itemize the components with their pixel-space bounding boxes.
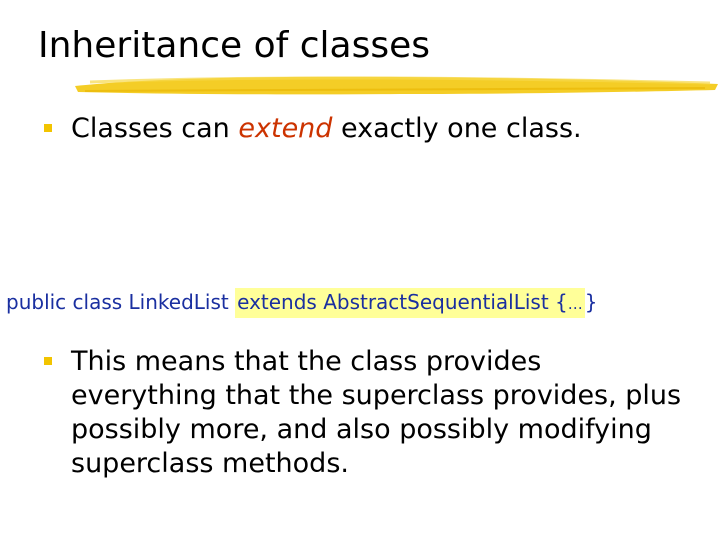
- code-close-brace: }: [584, 290, 598, 314]
- slide-title: Inheritance of classes: [38, 25, 430, 66]
- code-ellipsis: …: [567, 295, 583, 313]
- bullet-extend: Classes can extend exactly one class.: [44, 112, 684, 146]
- bullet-text: This means that the class provides every…: [71, 346, 682, 479]
- bullet-text: Classes can extend exactly one class.: [44, 112, 684, 146]
- slide: Inheritance of classes Classes can exten…: [0, 0, 720, 540]
- code-extends-clause: extends AbstractSequentialList {: [237, 290, 568, 314]
- code-highlighted: extends AbstractSequentialList {…: [235, 288, 585, 318]
- bullet-suffix: exactly one class.: [332, 113, 582, 144]
- code-example: public class LinkedList extends Abstract…: [6, 285, 598, 321]
- bullet-prefix: Classes can: [71, 113, 239, 144]
- square-bullet-icon: [44, 124, 52, 132]
- square-bullet-icon: [44, 357, 52, 365]
- code-plain: public class LinkedList: [6, 290, 236, 314]
- extend-keyword: extend: [238, 113, 333, 144]
- title-brush-stroke: [75, 76, 718, 95]
- bullet-meaning: This means that the class provides every…: [44, 345, 684, 481]
